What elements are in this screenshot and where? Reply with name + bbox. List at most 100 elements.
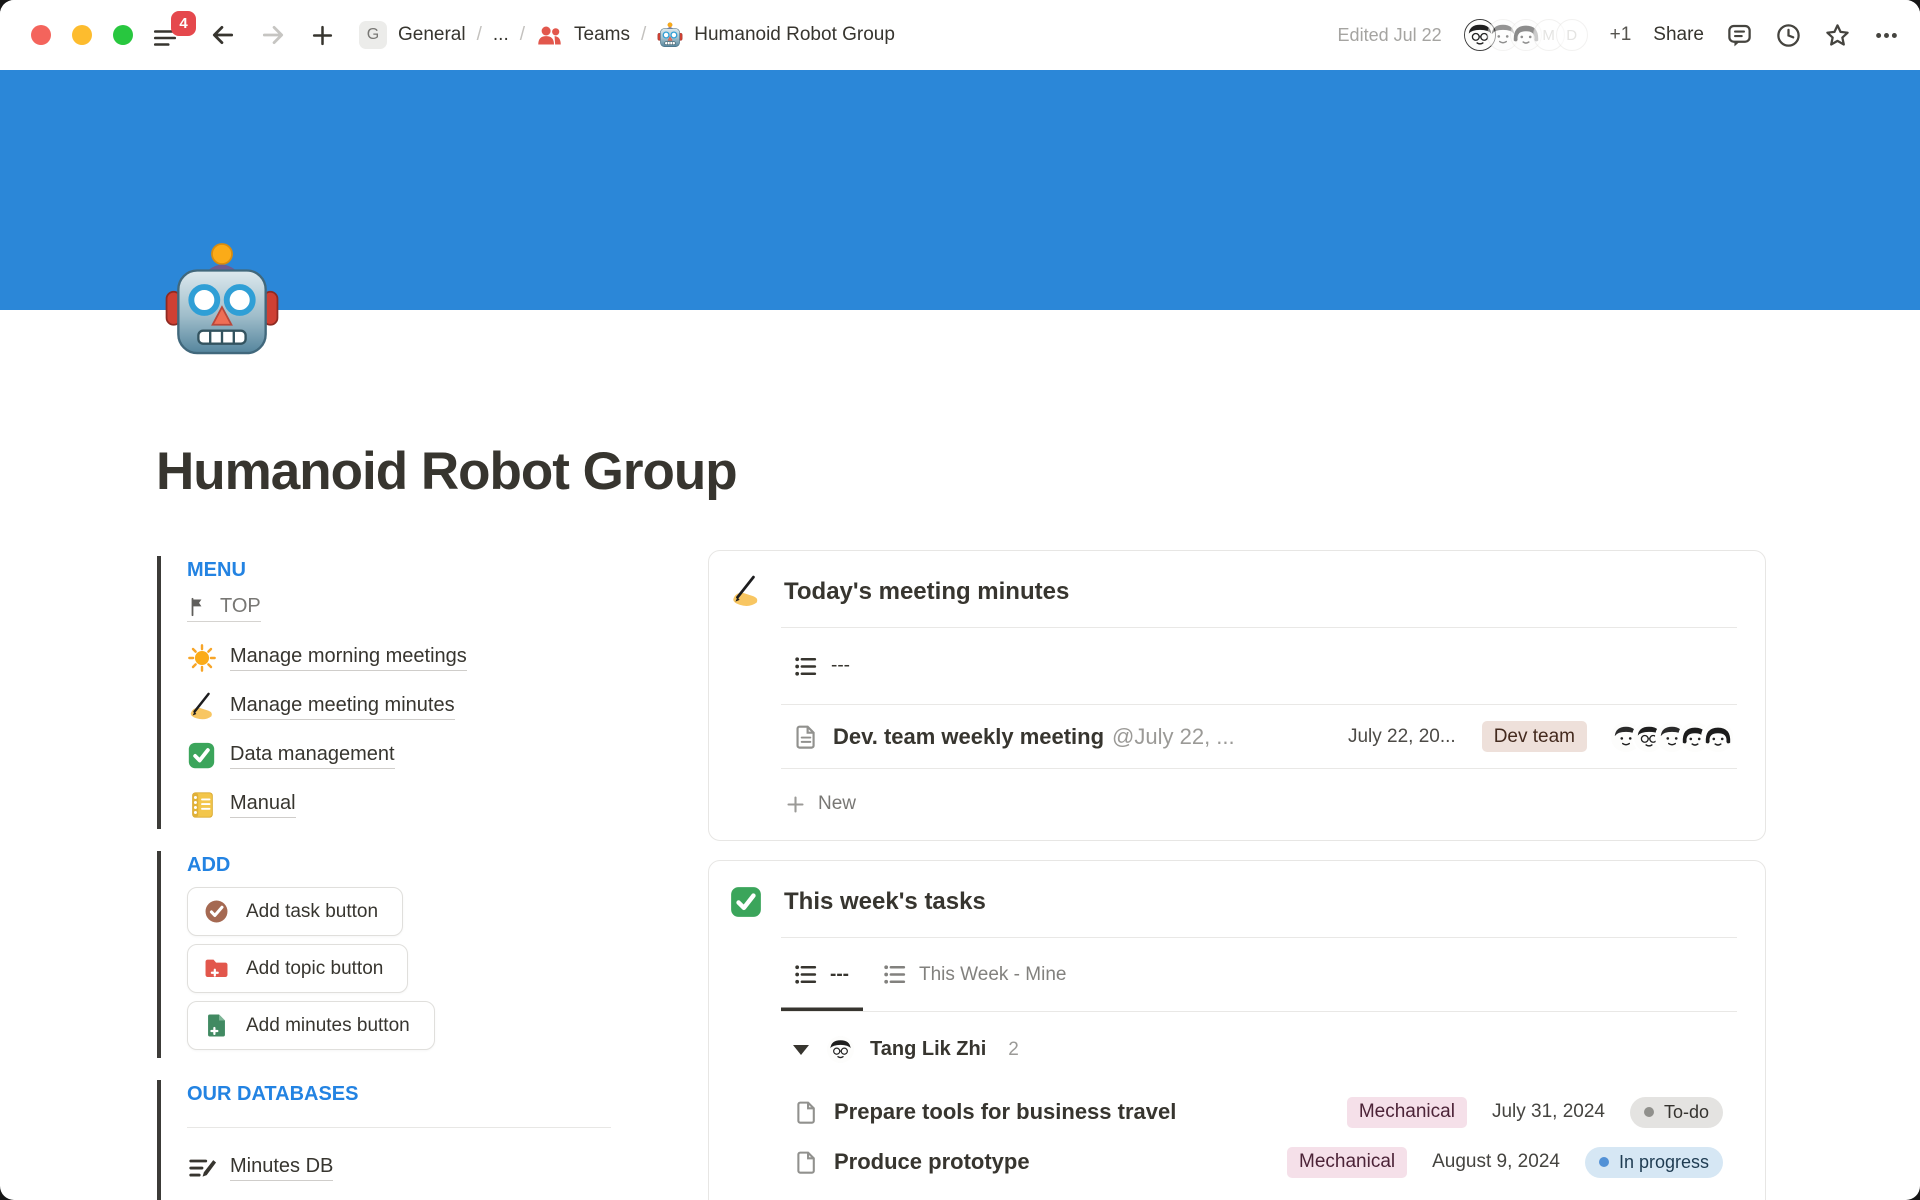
add-minutes-button[interactable]: Add minutes button <box>187 1001 435 1050</box>
updates-button[interactable] <box>1775 22 1802 49</box>
arrow-right-icon <box>264 27 281 42</box>
comment-icon <box>1729 25 1749 45</box>
status-badge[interactable]: In progress <box>1585 1147 1723 1178</box>
task-row[interactable]: Produce prototype Mechanical August 9, 2… <box>794 1137 1723 1187</box>
tab-default-view[interactable]: --- <box>781 938 863 1011</box>
minutes-view-tab[interactable]: --- <box>793 628 1765 704</box>
meeting-minutes-card: Today's meeting minutes --- Dev. team we… <box>708 550 1766 841</box>
due-date[interactable]: July 31, 2024 <box>1492 1101 1605 1123</box>
status-dot-icon <box>1599 1157 1609 1167</box>
breadcrumb-general[interactable]: General <box>398 24 466 46</box>
clock-icon <box>1778 25 1798 45</box>
favorite-button[interactable] <box>1824 22 1851 49</box>
task-title[interactable]: Prepare tools for business travel <box>834 1099 1176 1125</box>
toolbar-right: Edited Jul 22 M D +1 Share <box>1338 0 1900 70</box>
page-sidebar-column: MENU TOP Manage morning meetings Manage … <box>157 556 635 1200</box>
forward-button[interactable] <box>260 22 286 48</box>
due-date[interactable]: August 9, 2024 <box>1432 1151 1560 1173</box>
group-task-count: 2 <box>1008 1039 1019 1061</box>
menu-link-label[interactable]: Manage morning meetings <box>230 645 467 671</box>
menu-link-label[interactable]: Manual <box>230 792 296 818</box>
assignee-avatar <box>827 1036 854 1063</box>
more-viewers-count[interactable]: +1 <box>1610 24 1632 46</box>
back-button[interactable] <box>210 22 236 48</box>
plus-icon <box>785 794 806 815</box>
minutes-db-label[interactable]: Minutes DB <box>230 1155 333 1181</box>
red-folder-plus-icon <box>203 955 230 982</box>
nav-controls: 4 G General / ... / Teams / Humano <box>152 0 895 70</box>
ellipsis-icon <box>1876 33 1897 38</box>
close-window-button[interactable] <box>31 25 51 45</box>
breadcrumb-ellipsis[interactable]: ... <box>493 24 509 46</box>
add-task-button[interactable]: Add task button <box>187 887 403 936</box>
weekly-tasks-card: This week's tasks --- This Week - Mine T… <box>708 860 1766 1200</box>
writing-hand-icon <box>729 575 763 609</box>
plus-icon <box>314 27 331 44</box>
traffic-lights <box>31 25 133 45</box>
sun-icon <box>187 643 217 673</box>
meeting-date-cell[interactable]: July 22, 20... <box>1348 726 1456 748</box>
tasks-card-title[interactable]: This week's tasks <box>784 888 986 916</box>
minimize-window-button[interactable] <box>72 25 92 45</box>
page-cover[interactable] <box>0 70 1920 310</box>
category-tag[interactable]: Mechanical <box>1287 1147 1407 1178</box>
more-options-button[interactable] <box>1873 22 1900 49</box>
breadcrumb-page[interactable]: Humanoid Robot Group <box>694 24 895 46</box>
menu-link-label[interactable]: Data management <box>230 743 395 769</box>
workspace-chip[interactable]: G <box>359 21 387 49</box>
tab-label: This Week - Mine <box>919 964 1066 986</box>
sidebar-item-minutes-db[interactable]: Minutes DB <box>187 1142 635 1194</box>
breadcrumb-teams[interactable]: Teams <box>574 24 630 46</box>
ledger-icon <box>187 790 217 820</box>
zoom-window-button[interactable] <box>113 25 133 45</box>
collapse-toggle-icon[interactable] <box>793 1045 809 1055</box>
status-dot-icon <box>1644 1107 1654 1117</box>
sidebar-item-morning-meetings[interactable]: Manage morning meetings <box>187 633 635 682</box>
add-minutes-label: Add minutes button <box>246 1015 410 1037</box>
document-icon <box>793 724 819 750</box>
sidebar-item-manual[interactable]: Manual <box>187 780 635 829</box>
minutes-card-title[interactable]: Today's meeting minutes <box>784 578 1069 606</box>
green-check-icon <box>729 885 763 919</box>
status-label: In progress <box>1619 1152 1709 1173</box>
task-row[interactable]: Prepare tools for business travel Mechan… <box>794 1087 1723 1137</box>
new-minutes-button[interactable]: New <box>785 769 1765 839</box>
add-topic-button[interactable]: Add topic button <box>187 944 408 993</box>
notification-badge: 4 <box>171 11 196 36</box>
sidebar-toggle-button[interactable]: 4 <box>152 15 186 55</box>
minutes-card-header: Today's meeting minutes <box>709 551 1765 627</box>
list-view-icon <box>882 962 907 987</box>
new-button-label: New <box>818 793 856 815</box>
menu-section: MENU TOP Manage morning meetings Manage … <box>157 556 635 829</box>
sidebar-item-top[interactable]: TOP <box>187 584 635 633</box>
breadcrumb: G General / ... / Teams / Humanoid Robot… <box>359 21 895 49</box>
category-tag[interactable]: Mechanical <box>1347 1097 1467 1128</box>
share-button[interactable]: Share <box>1653 24 1704 46</box>
page-icon-robot[interactable] <box>163 241 281 359</box>
sidebar-item-data-management[interactable]: Data management <box>187 731 635 780</box>
menu-icon <box>155 32 175 45</box>
status-badge[interactable]: To-do <box>1630 1097 1723 1128</box>
people-red-icon <box>536 22 563 49</box>
task-title[interactable]: Produce prototype <box>834 1149 1030 1175</box>
last-edited-label: Edited Jul 22 <box>1338 25 1442 46</box>
task-properties: Mechanical August 9, 2024 In progress <box>1287 1147 1723 1178</box>
page-title[interactable]: Humanoid Robot Group <box>156 441 737 502</box>
new-tab-button[interactable] <box>310 23 335 48</box>
menu-link-label[interactable]: Manage meeting minutes <box>230 694 455 720</box>
arrow-left-icon <box>214 27 231 42</box>
top-link-label: TOP <box>220 595 261 618</box>
meeting-row[interactable]: Dev. team weekly meeting @July 22, ... J… <box>793 705 1735 768</box>
tab-this-week-mine[interactable]: This Week - Mine <box>874 938 1074 1011</box>
assignee-name[interactable]: Tang Lik Zhi <box>870 1038 986 1061</box>
list-view-icon <box>793 962 818 987</box>
robot-icon <box>657 22 683 48</box>
meeting-title[interactable]: Dev. team weekly meeting <box>833 724 1104 750</box>
sidebar-item-meeting-minutes[interactable]: Manage meeting minutes <box>187 682 635 731</box>
breadcrumb-separator: / <box>477 24 482 46</box>
avatar-letter[interactable]: D <box>1556 19 1588 51</box>
comments-button[interactable] <box>1726 22 1753 49</box>
flag-icon <box>187 596 209 618</box>
attendee-avatars[interactable] <box>1609 720 1735 754</box>
team-tag[interactable]: Dev team <box>1482 721 1587 752</box>
